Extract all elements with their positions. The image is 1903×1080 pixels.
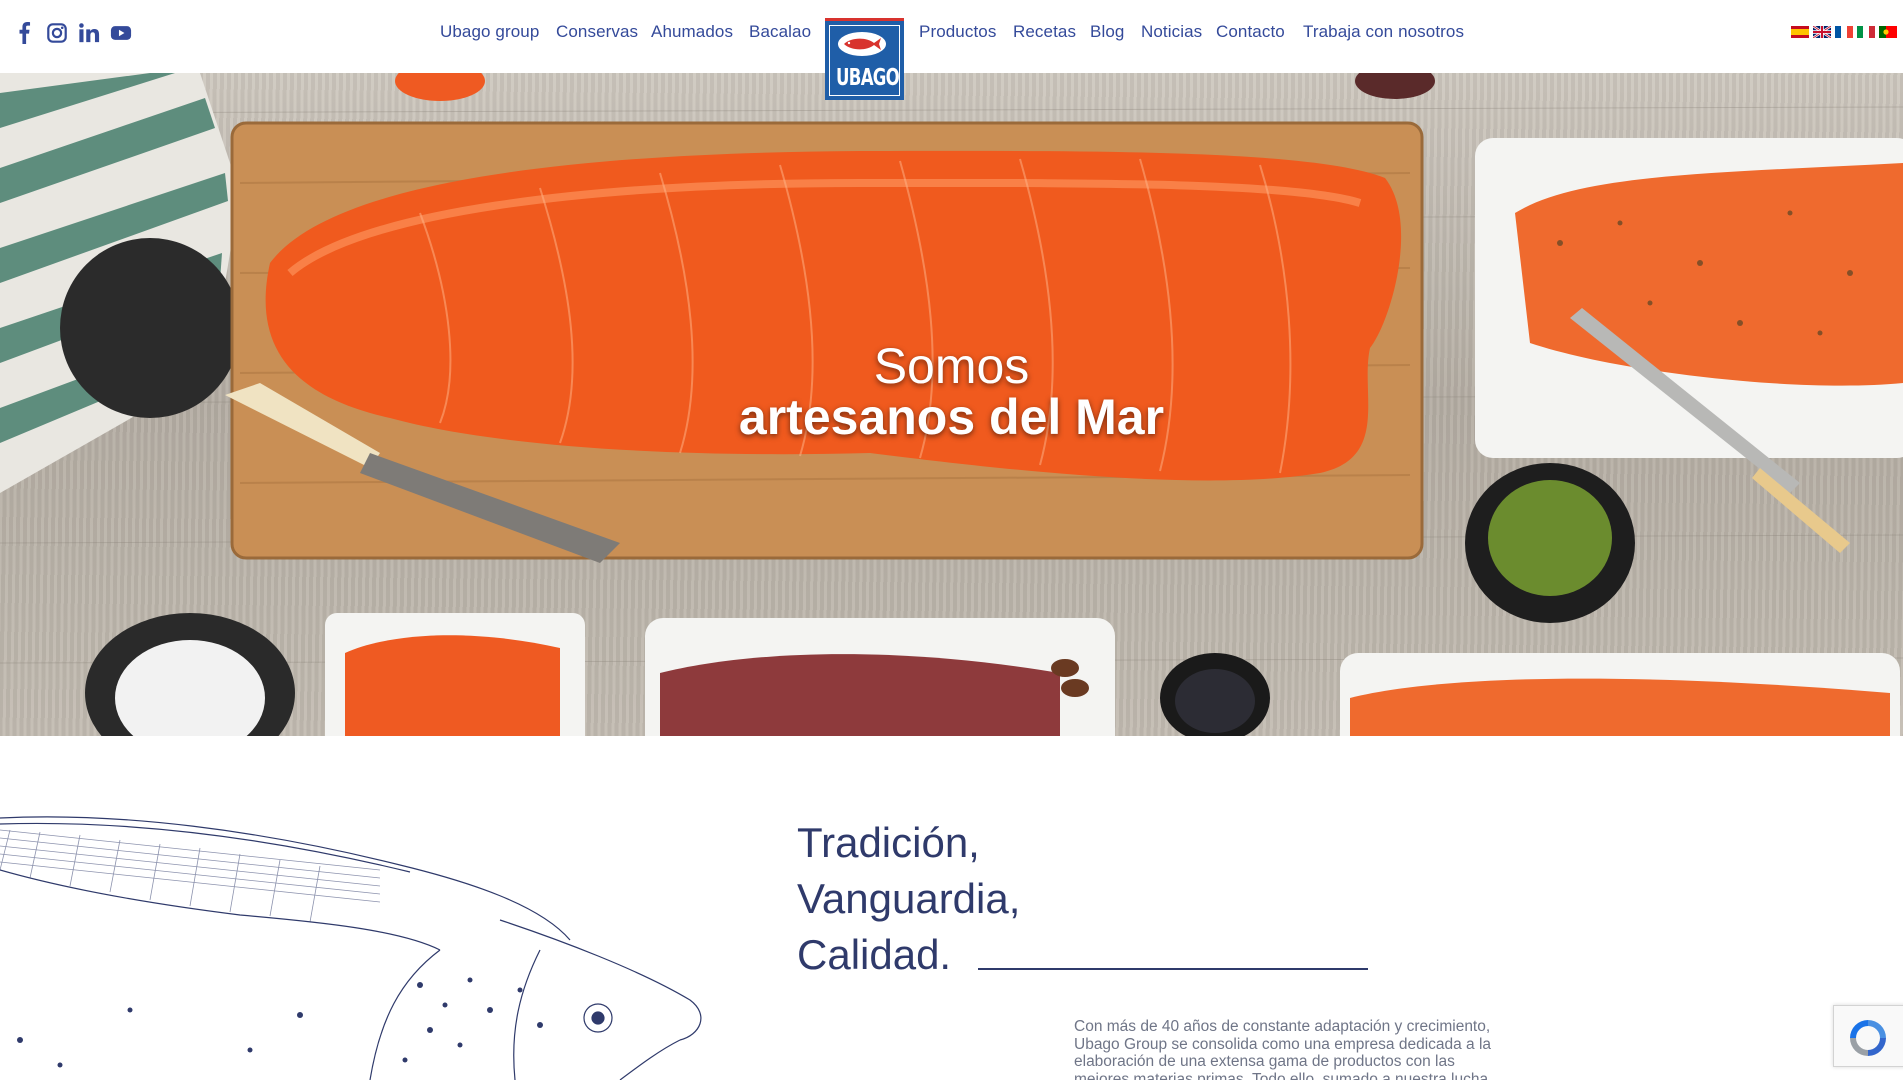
flag-it[interactable] — [1857, 26, 1875, 38]
flag-en[interactable] — [1813, 26, 1831, 38]
nav-item-bacalao[interactable]: Bacalao — [749, 22, 811, 42]
intro-paragraph: Con más de 40 años de constante adaptaci… — [1074, 1018, 1492, 1080]
nav-item-productos[interactable]: Productos — [919, 22, 996, 42]
recaptcha-icon — [1850, 1020, 1886, 1056]
linkedin-link[interactable] — [78, 22, 100, 44]
hero-title-line1: Somos — [873, 338, 1030, 394]
fish-sketch-illustration — [0, 816, 702, 1080]
title-divider — [978, 968, 1368, 970]
recaptcha-badge[interactable] — [1833, 1005, 1903, 1067]
linkedin-icon — [79, 23, 100, 43]
youtube-link[interactable] — [110, 22, 132, 44]
facebook-icon — [19, 22, 31, 44]
nav-item-contacto[interactable]: Contacto — [1216, 22, 1285, 42]
flag-es[interactable] — [1791, 26, 1809, 38]
nav-item-trabaja[interactable]: Trabaja con nosotros — [1303, 22, 1464, 42]
france-flag-icon — [1835, 26, 1853, 38]
intro-title-line: Calidad. — [797, 931, 952, 978]
intro-title-line: Vanguardia, — [797, 875, 1021, 922]
nav-item-noticias[interactable]: Noticias — [1141, 22, 1202, 42]
fish-logo-icon — [838, 32, 886, 56]
ubago-logo[interactable]: UBAGO — [825, 18, 904, 100]
nav-item-recetas[interactable]: Recetas — [1013, 22, 1076, 42]
flag-pt[interactable] — [1879, 26, 1897, 38]
nav-item-ubago-group[interactable]: Ubago group — [440, 22, 539, 42]
social-links — [14, 22, 132, 44]
site-header: Ubago group Conservas Ahumados Bacalao P… — [0, 0, 1903, 73]
portugal-flag-icon — [1879, 26, 1897, 38]
instagram-icon — [47, 23, 67, 43]
italy-flag-icon — [1857, 26, 1875, 38]
nav-item-conservas[interactable]: Conservas — [556, 22, 638, 42]
logo-wordmark: UBAGO — [836, 65, 900, 91]
spain-flag-icon — [1791, 26, 1809, 38]
nav-item-ahumados[interactable]: Ahumados — [651, 22, 733, 42]
intro-title-line: Tradición, — [797, 819, 980, 866]
instagram-link[interactable] — [46, 22, 68, 44]
nav-item-blog[interactable]: Blog — [1090, 22, 1124, 42]
hero-title-line2: artesanos del Mar — [738, 389, 1165, 445]
intro-title: Tradición, Vanguardia, Calidad. — [797, 815, 1020, 983]
language-selector — [1791, 26, 1897, 38]
flag-fr[interactable] — [1835, 26, 1853, 38]
facebook-link[interactable] — [14, 22, 36, 44]
uk-flag-icon — [1813, 26, 1831, 38]
youtube-icon — [110, 26, 132, 40]
hero-banner: Somos artesanos del Mar — [0, 73, 1903, 736]
